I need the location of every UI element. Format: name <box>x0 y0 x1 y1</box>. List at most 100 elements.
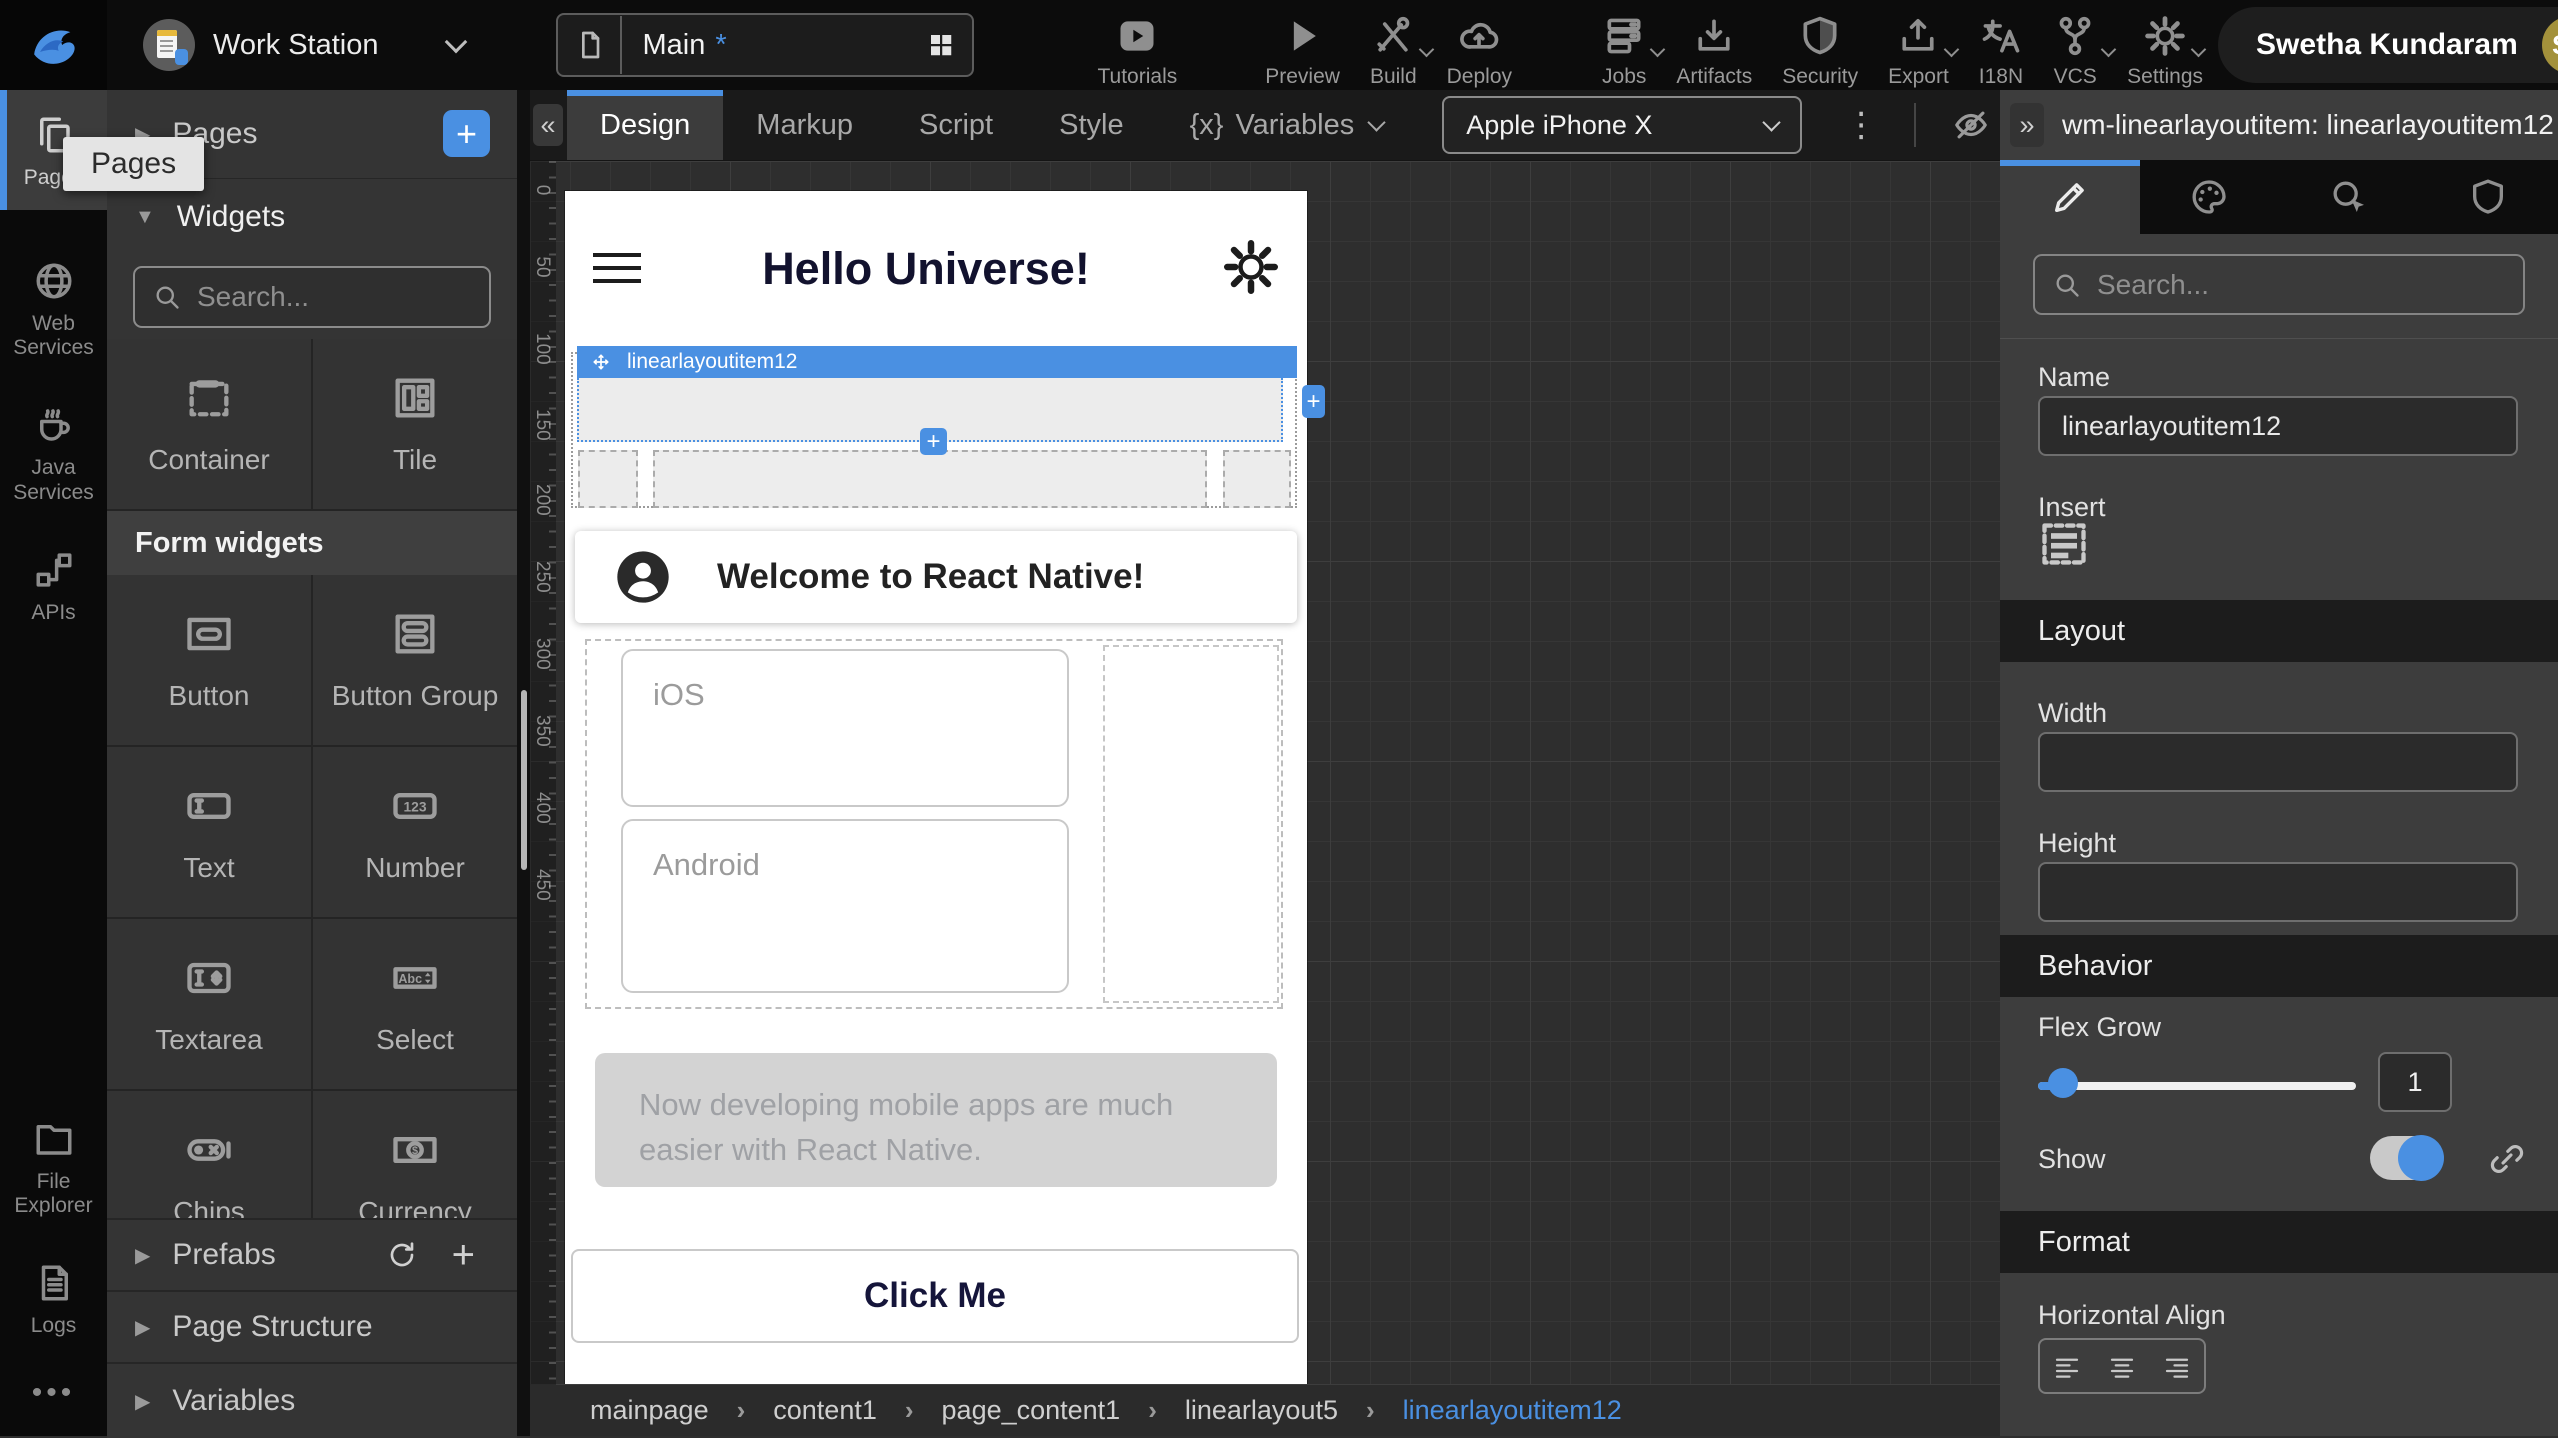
tab-design[interactable]: Design <box>567 90 723 160</box>
build-button[interactable]: Build <box>1355 12 1432 89</box>
bind-property-icon[interactable] <box>2488 1140 2526 1178</box>
vcs-button[interactable]: VCS <box>2038 12 2112 89</box>
android-textarea[interactable]: Android <box>621 819 1069 993</box>
layout-placeholder-center[interactable] <box>653 450 1207 508</box>
behavior-section-header[interactable]: Behavior <box>2000 935 2558 997</box>
gear-icon[interactable] <box>1221 237 1281 297</box>
show-toggle[interactable] <box>2370 1136 2442 1180</box>
chevron-down-icon <box>1763 113 1781 131</box>
widget-textarea[interactable]: Textarea <box>107 919 311 1089</box>
insert-right-button[interactable]: + <box>1302 385 1325 418</box>
device-select[interactable]: Apple iPhone X <box>1442 96 1802 154</box>
variables-accordion[interactable]: ▶ Variables <box>107 1362 517 1438</box>
widget-tile[interactable]: Tile <box>311 339 517 509</box>
align-left-icon[interactable] <box>2052 1351 2082 1381</box>
rail-item-file-explorer[interactable]: File Explorer <box>0 1094 107 1238</box>
rail-more-button[interactable]: ••• <box>0 1358 107 1436</box>
layout-section-header[interactable]: Layout <box>2000 600 2558 662</box>
layout-placeholder-right[interactable] <box>1223 450 1291 508</box>
number-icon <box>389 780 441 832</box>
tab-events[interactable] <box>2279 160 2419 234</box>
rail-item-java-services[interactable]: Java Services <box>0 380 107 524</box>
click-me-button[interactable]: Click Me <box>571 1249 1299 1343</box>
tab-security[interactable] <box>2419 160 2558 234</box>
widget-number[interactable]: Number <box>311 747 517 917</box>
flex-grow-slider-thumb[interactable] <box>2048 1068 2078 1098</box>
currency-icon <box>389 1124 441 1176</box>
breadcrumb-content1[interactable]: content1 <box>773 1395 877 1426</box>
rail-item-logs[interactable]: Logs <box>0 1238 107 1358</box>
breadcrumb-linearlayout5[interactable]: linearlayout5 <box>1185 1395 1338 1426</box>
open-page-tab[interactable]: Main * <box>556 13 974 77</box>
collapse-left-panel-button[interactable]: « <box>533 104 563 146</box>
panel-scrollbar[interactable] <box>521 690 527 870</box>
widget-chips[interactable]: Chips <box>107 1091 311 1218</box>
inspect-icon <box>2329 177 2369 217</box>
format-section-header[interactable]: Format <box>2000 1211 2558 1273</box>
i18n-button[interactable]: I18N <box>1964 12 2038 89</box>
welcome-card[interactable]: Welcome to React Native! <box>575 531 1297 623</box>
widget-search[interactable] <box>133 266 491 328</box>
textarea-icon <box>183 952 235 1004</box>
widget-currency[interactable]: Currency <box>311 1091 517 1218</box>
align-center-icon[interactable] <box>2107 1351 2137 1381</box>
widget-button-group[interactable]: Button Group <box>311 575 517 745</box>
widget-container[interactable]: Container <box>107 339 311 509</box>
breadcrumb-mainpage[interactable]: mainpage <box>590 1395 709 1426</box>
breadcrumb-linearlayoutitem12[interactable]: linearlayoutitem12 <box>1403 1395 1622 1426</box>
message-box[interactable]: Now developing mobile apps are much easi… <box>595 1053 1277 1187</box>
settings-button[interactable]: Settings <box>2112 12 2218 89</box>
prefabs-accordion[interactable]: ▶ Prefabs + <box>107 1218 517 1290</box>
tab-variables[interactable]: {x} Variables <box>1157 90 1417 160</box>
empty-column-placeholder[interactable] <box>1103 645 1279 1003</box>
ios-textarea[interactable]: iOS <box>621 649 1069 807</box>
expand-panel-button[interactable]: » <box>2010 103 2044 147</box>
jobs-button[interactable]: Jobs <box>1587 12 1661 89</box>
rail-item-web-services[interactable]: Web Services <box>0 236 107 380</box>
security-icon <box>1798 14 1842 58</box>
canvas-viewport[interactable]: 0 50 100 150 200 250 300 350 400 450 Hel… <box>530 160 2000 1385</box>
chevron-down-icon[interactable] <box>445 31 468 54</box>
widget-select[interactable]: Select <box>311 919 517 1089</box>
page-structure-accordion[interactable]: ▶ Page Structure <box>107 1290 517 1362</box>
height-field[interactable] <box>2038 862 2518 922</box>
widget-button[interactable]: Button <box>107 575 311 745</box>
insert-widget-icon[interactable] <box>2038 518 2090 570</box>
preview-button[interactable]: Preview <box>1250 12 1355 89</box>
refresh-icon[interactable] <box>386 1239 418 1271</box>
tutorials-button[interactable]: Tutorials <box>1082 12 1192 89</box>
width-field[interactable] <box>2038 732 2518 792</box>
tab-grid-icon[interactable] <box>926 30 956 60</box>
selected-widget-handle[interactable]: linearlayoutitem12 <box>577 346 1297 378</box>
rail-item-apis[interactable]: APIs <box>0 525 107 645</box>
user-menu[interactable]: Swetha Kundaram SK <box>2218 7 2558 83</box>
app-logo[interactable] <box>0 0 107 90</box>
tab-properties[interactable] <box>2000 160 2140 234</box>
flex-grow-value[interactable]: 1 <box>2378 1052 2452 1112</box>
tab-markup[interactable]: Markup <box>723 90 886 160</box>
breadcrumb-page-content1[interactable]: page_content1 <box>942 1395 1121 1426</box>
phone-preview[interactable]: Hello Universe! linearlayoutitem12 + + W… <box>565 191 1307 1385</box>
toggle-visibility-icon[interactable] <box>1952 106 1990 144</box>
security-button[interactable]: Security <box>1767 12 1873 89</box>
export-button[interactable]: Export <box>1873 12 1964 89</box>
flex-grow-slider[interactable] <box>2038 1082 2356 1090</box>
insert-below-button[interactable]: + <box>920 428 947 455</box>
avatar: SK <box>2542 16 2558 74</box>
artifacts-button[interactable]: Artifacts <box>1661 12 1767 89</box>
project-switcher[interactable]: Work Station <box>143 19 464 71</box>
more-options-icon[interactable]: ⋮ <box>1844 108 1878 142</box>
add-page-button[interactable]: + <box>443 110 490 157</box>
widget-text[interactable]: Text <box>107 747 311 917</box>
tab-style[interactable]: Style <box>1026 90 1156 160</box>
property-search[interactable] <box>2033 254 2525 315</box>
widget-search-input[interactable] <box>195 280 471 314</box>
layout-placeholder-left[interactable] <box>578 450 638 508</box>
tab-script[interactable]: Script <box>886 90 1026 160</box>
tab-styles[interactable] <box>2140 160 2280 234</box>
menu-icon[interactable] <box>593 253 641 292</box>
name-field[interactable] <box>2038 396 2518 456</box>
align-right-icon[interactable] <box>2162 1351 2192 1381</box>
property-search-input[interactable] <box>2095 268 2505 302</box>
deploy-button[interactable]: Deploy <box>1432 12 1527 89</box>
